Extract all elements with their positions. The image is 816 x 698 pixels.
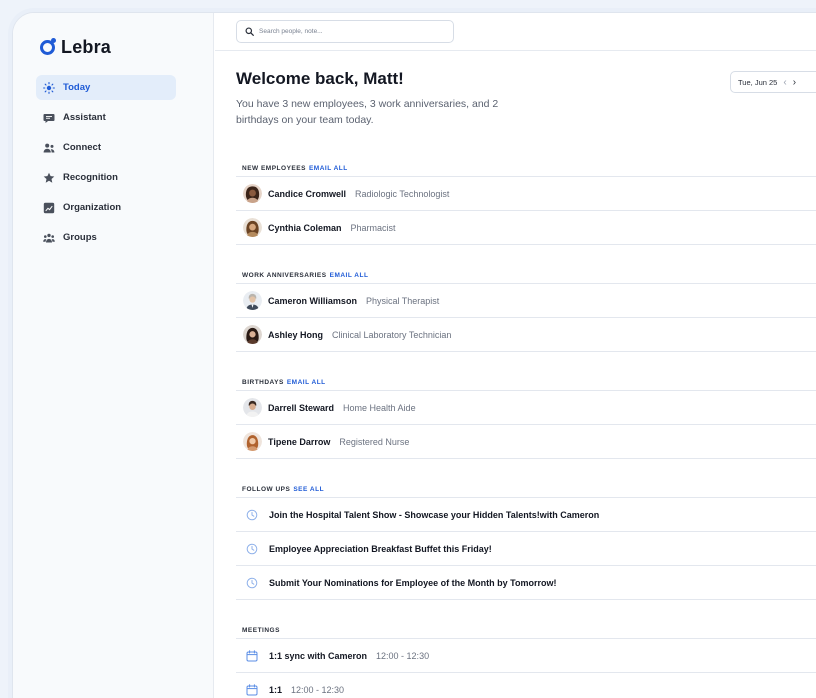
sidebar-item-label: Organization [63, 202, 122, 213]
meeting-title: 1:1 [269, 684, 283, 695]
avatar [243, 398, 262, 417]
email-all-link[interactable]: EMAIL ALL [309, 165, 348, 172]
chevron-left-icon[interactable]: ‹ [783, 77, 786, 88]
main-content: Welcome back, Matt! You have 3 new emplo… [215, 13, 816, 698]
birthdays-section: BIRTHDAYS EMAIL ALL Darrell Steward Home… [236, 375, 816, 459]
lebra-logo-icon [40, 38, 56, 55]
people-icon [43, 142, 55, 154]
person-role: Home Health Aide [343, 402, 416, 413]
new-employees-section: NEW EMPLOYEES EMAIL ALL Candice Cromwell… [236, 161, 816, 245]
meeting-row[interactable]: 1:1 sync with Cameron 12:00 - 12:30 [236, 639, 816, 673]
clock-icon [243, 574, 261, 592]
see-all-link[interactable]: SEE ALL [293, 486, 324, 493]
person-row[interactable]: Cynthia Coleman Pharmacist [236, 211, 816, 245]
meeting-time: 12:00 - 12:30 [376, 650, 430, 661]
person-row[interactable]: Tipene Darrow Registered Nurse [236, 425, 816, 459]
person-row[interactable]: Darrell Steward Home Health Aide [236, 391, 816, 425]
person-row[interactable]: Ashley Hong Clinical Laboratory Technici… [236, 318, 816, 352]
person-row[interactable]: Cameron Williamson Physical Therapist [236, 284, 816, 318]
section-title: BIRTHDAYS EMAIL ALL [236, 375, 816, 391]
meeting-time: 12:00 - 12:30 [291, 684, 345, 695]
meetings-section: MEETINGS 1:1 sync with Cameron 12:00 - 1… [236, 623, 816, 698]
search-icon [245, 23, 254, 41]
follow-up-row[interactable]: Employee Appreciation Breakfast Buffet t… [236, 532, 816, 566]
person-role: Pharmacist [350, 222, 396, 233]
avatar [243, 432, 262, 451]
current-date: Tue, Jun 25 [738, 77, 778, 87]
sidebar-item-label: Assistant [63, 112, 106, 123]
page-title: Welcome back, Matt! [236, 69, 404, 88]
app-name: Lebra [61, 37, 112, 57]
person-name: Candice Cromwell [268, 188, 347, 199]
person-role: Registered Nurse [339, 436, 410, 447]
email-all-link[interactable]: EMAIL ALL [330, 272, 369, 279]
sidebar-item-groups[interactable]: Groups [36, 225, 176, 250]
sidebar: Lebra Today Assistant Connect Recognitio… [13, 13, 214, 698]
chat-icon [43, 112, 55, 124]
sidebar-nav: Today Assistant Connect Recognition Orga… [36, 75, 176, 255]
sidebar-item-label: Connect [63, 142, 101, 153]
follow-up-row[interactable]: Join the Hospital Talent Show - Showcase… [236, 498, 816, 532]
follow-up-text: Join the Hospital Talent Show - Showcase… [269, 509, 600, 520]
person-role: Radiologic Technologist [355, 188, 450, 199]
follow-up-text: Employee Appreciation Breakfast Buffet t… [269, 543, 492, 554]
sidebar-item-connect[interactable]: Connect [36, 135, 176, 160]
sidebar-item-today[interactable]: Today [36, 75, 176, 100]
calendar-icon [243, 681, 261, 698]
group-icon [43, 232, 55, 244]
follow-up-row[interactable]: Submit Your Nominations for Employee of … [236, 566, 816, 600]
top-bar [215, 13, 816, 51]
search-input[interactable] [259, 28, 439, 35]
chart-icon [43, 202, 55, 214]
logo[interactable]: Lebra [40, 37, 111, 58]
sidebar-item-label: Recognition [63, 172, 118, 183]
clock-icon [243, 506, 261, 524]
date-picker[interactable]: Tue, Jun 25 ‹ › [730, 71, 816, 93]
person-name: Cynthia Coleman [268, 222, 342, 233]
follow-ups-section: FOLLOW UPS SEE ALL Join the Hospital Tal… [236, 482, 816, 600]
clock-icon [243, 540, 261, 558]
section-title: NEW EMPLOYEES EMAIL ALL [236, 161, 816, 177]
avatar [243, 184, 262, 203]
star-icon [43, 172, 55, 184]
person-name: Cameron Williamson [268, 295, 357, 306]
person-name: Ashley Hong [268, 329, 324, 340]
person-role: Clinical Laboratory Technician [332, 329, 452, 340]
person-name: Tipene Darrow [268, 436, 331, 447]
person-role: Physical Therapist [365, 295, 440, 306]
avatar [243, 325, 262, 344]
follow-up-text: Submit Your Nominations for Employee of … [269, 577, 557, 588]
sidebar-item-recognition[interactable]: Recognition [36, 165, 176, 190]
chevron-right-icon[interactable]: › [793, 77, 796, 88]
section-title: WORK ANNIVERSARIES EMAIL ALL [236, 268, 816, 284]
sidebar-item-organization[interactable]: Organization [36, 195, 176, 220]
email-all-link[interactable]: EMAIL ALL [287, 379, 326, 386]
sun-icon [43, 81, 55, 94]
person-row[interactable]: Candice Cromwell Radiologic Technologist [236, 177, 816, 211]
person-name: Darrell Steward [268, 402, 335, 413]
calendar-icon [243, 647, 261, 665]
app-window: Lebra Today Assistant Connect Recognitio… [12, 12, 816, 698]
meeting-title: 1:1 sync with Cameron [269, 650, 368, 661]
meeting-row[interactable]: 1:1 12:00 - 12:30 [236, 673, 816, 698]
sidebar-item-label: Groups [63, 232, 97, 243]
sidebar-item-assistant[interactable]: Assistant [36, 105, 176, 130]
avatar [243, 218, 262, 237]
avatar [243, 291, 262, 310]
work-anniversaries-section: WORK ANNIVERSARIES EMAIL ALL Cameron Wil… [236, 268, 816, 352]
sidebar-item-label: Today [63, 82, 91, 93]
section-title: MEETINGS [236, 623, 816, 639]
page-subtitle: You have 3 new employees, 3 work anniver… [236, 98, 499, 126]
search-box[interactable] [236, 20, 454, 43]
section-title: FOLLOW UPS SEE ALL [236, 482, 816, 498]
